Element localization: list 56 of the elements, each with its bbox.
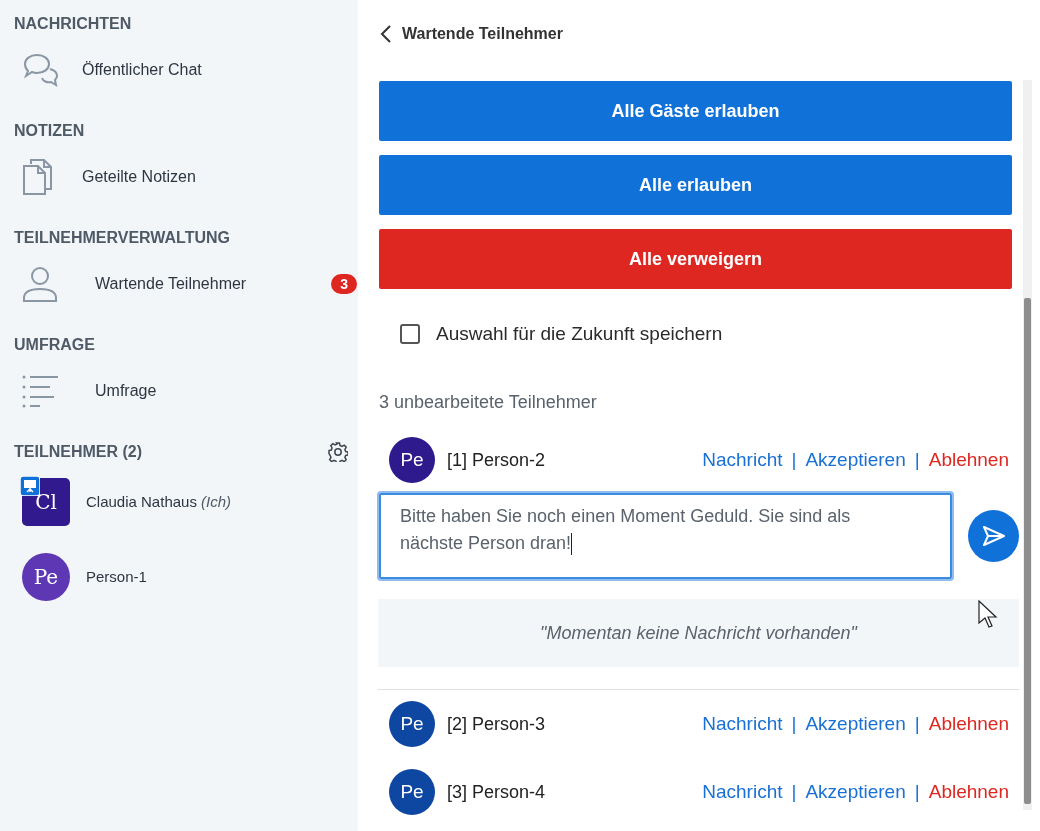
section-heading: TEILNEHMERVERWALTUNG: [13, 228, 231, 248]
accept-link[interactable]: Akzeptieren: [805, 781, 906, 803]
separator: |: [914, 713, 920, 735]
section-heading: NOTIZEN: [13, 121, 86, 141]
section-heading: NACHRICHTEN: [13, 14, 133, 34]
sidebar-item[interactable]: Umfrage: [0, 357, 358, 425]
participant-item[interactable]: Pe Person-1: [0, 539, 358, 614]
avatar: Cl: [22, 477, 70, 526]
mouse-pointer-icon: [978, 600, 998, 628]
separator: |: [791, 449, 797, 471]
section-heading: UMFRAGE: [13, 335, 96, 355]
sidebar-item[interactable]: Öffentlicher Chat: [0, 36, 358, 104]
guest-name: [3] Person-4: [447, 781, 547, 803]
documents-icon: [22, 158, 54, 196]
separator: |: [791, 713, 797, 735]
guest-name: [2] Person-3: [447, 713, 547, 735]
message-field[interactable]: Bitte haben Sie noch einen Moment Geduld. Sie sind als nächste Person dran!: [379, 493, 952, 579]
avatar: Pe: [389, 769, 435, 815]
sidebar-item[interactable]: Wartende Teilnehmer 3: [0, 250, 358, 318]
scrollbar[interactable]: [1023, 80, 1032, 810]
avatar: Pe: [389, 437, 435, 483]
avatar: Pe: [22, 552, 70, 601]
checkbox[interactable]: [400, 324, 420, 344]
avatar: Pe: [389, 701, 435, 747]
participant-name: Person-1: [86, 568, 147, 585]
person-icon: [22, 266, 58, 302]
section-heading: TEILNEHMER (2): [13, 442, 143, 462]
back-icon[interactable]: [380, 24, 392, 44]
panel-title: Wartende Teilnehmer: [402, 25, 563, 43]
accept-link[interactable]: Akzeptieren: [805, 713, 906, 735]
deny-all-button[interactable]: Alle verweigern: [379, 229, 1012, 289]
send-button[interactable]: [968, 510, 1019, 562]
deny-link[interactable]: Ablehnen: [928, 449, 1009, 471]
guest-name: [1] Person-2: [447, 449, 547, 471]
message-link[interactable]: Nachricht: [702, 781, 783, 803]
count-badge: 3: [331, 274, 357, 294]
send-icon: [981, 525, 1006, 547]
separator: |: [791, 781, 797, 803]
accept-link[interactable]: Akzeptieren: [805, 449, 906, 471]
empty-messages-note: "Momentan keine Nachricht vorhanden": [378, 599, 1019, 667]
guest-count: 3 unbearbeitete Teilnehmer: [379, 392, 598, 413]
participant-item[interactable]: Cl Claudia Nathaus (Ich): [0, 464, 358, 539]
participant-name: Claudia Nathaus (Ich): [86, 493, 232, 510]
list-icon: [22, 374, 60, 408]
separator: |: [914, 781, 920, 803]
message-link[interactable]: Nachricht: [702, 449, 783, 471]
speech-bubbles-icon: [22, 52, 60, 88]
sidebar-item[interactable]: Geteilte Notizen: [0, 143, 358, 211]
settings-icon[interactable]: [328, 442, 348, 462]
deny-link[interactable]: Ablehnen: [928, 713, 1009, 735]
deny-link[interactable]: Ablehnen: [928, 781, 1009, 803]
separator: |: [914, 449, 920, 471]
allow-button[interactable]: Alle Gäste erlauben: [379, 81, 1012, 141]
checkbox-label: Auswahl für die Zukunft speichern: [436, 323, 723, 345]
message-link[interactable]: Nachricht: [702, 713, 783, 735]
allow-button[interactable]: Alle erlauben: [379, 155, 1012, 215]
